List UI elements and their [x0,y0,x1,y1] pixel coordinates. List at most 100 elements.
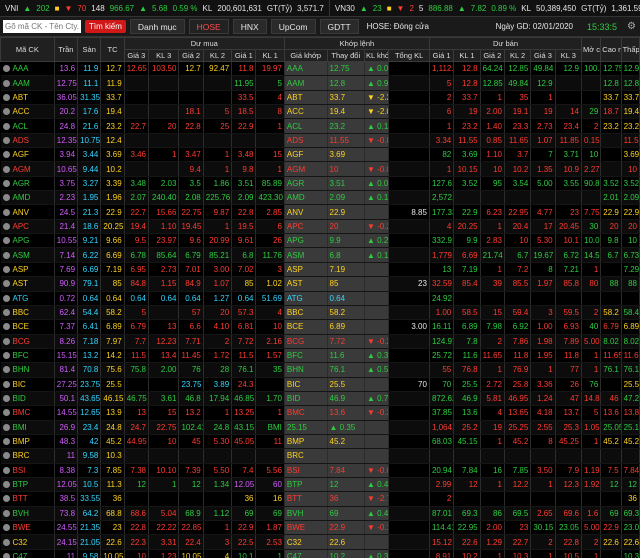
watch-dot-icon[interactable] [2,323,10,331]
table-row[interactable]: BBC 62.4 54.4 58.2 5 57 20 57.3 4 BBC 58.2 1.00 58.5… [0,305,640,321]
watch-dot-icon[interactable] [2,466,10,474]
col-low[interactable]: Thấp nhất [620,37,640,62]
col-open[interactable]: Mở cửa [581,37,602,62]
symbol-label[interactable]: ATG [13,294,29,303]
table-row[interactable]: BVH 73.8 64.2 68.8 68.6 5.04 68.9 1.12 69 69 BVH 69… [0,506,640,522]
symbol-label[interactable]: BSI [13,466,26,475]
watch-dot-icon[interactable] [2,352,10,360]
symbol-label[interactable]: BFC [13,351,29,360]
search-input[interactable] [3,20,81,33]
table-row[interactable]: BSI 8.38 7.3 7.85 7.38 10.10 7.39 5.50 7.4 5.56 BS… [0,463,640,478]
table-row[interactable]: BWE 24.55 21.35 23 22.8 22.22 22.85 1 22.9 1.87 BW… [0,520,640,536]
symbol-label[interactable]: APC [13,222,29,231]
col-floor[interactable]: Sàn [77,37,102,62]
table-row[interactable]: AAA 13.6 11.9 12.7 12.65 103.50 12.7 92.47 11.8 1… [0,61,640,77]
symbol-label[interactable]: BTP [13,480,29,489]
table-row[interactable]: ADS12.3510.7512.4ADS11.55▼ -0.853.3411.5… [0,133,640,149]
symbol-label[interactable]: BMP [13,437,30,446]
symbol-label[interactable]: BVH [13,509,29,518]
col-symbol[interactable]: Mã CK [0,37,55,62]
table-row[interactable]: APG 10.55 9.21 9.66 9.5 23.97 9.6 20.99 9.61 26 AP… [0,233,640,249]
col-ref[interactable]: TC [100,37,125,62]
symbol-label[interactable]: BRC [13,451,30,460]
watch-dot-icon[interactable] [2,222,10,230]
col-17[interactable]: KL 2 [503,49,532,62]
watch-dot-icon[interactable] [2,151,10,159]
watch-dot-icon[interactable] [2,423,10,431]
table-row[interactable]: AMD 2.23 1.95 1.96 2.07 240.40 2.08 225.76 2.09 4… [0,190,640,206]
table-row[interactable]: BCG 8.26 7.18 7.97 7.7 12.23 7.71 2 7.72 2.16 BCG 7… [0,334,640,349]
gear-icon[interactable]: ⚙ [627,21,637,32]
col-high[interactable]: Cao nhất [600,37,622,62]
watch-dot-icon[interactable] [2,93,10,101]
symbol-label[interactable]: BID [13,394,26,403]
watch-dot-icon[interactable] [2,108,10,116]
symbol-label[interactable]: AST [13,279,29,288]
symbol-label[interactable]: BBC [13,308,29,317]
col-15[interactable]: KL 1 [453,49,481,62]
table-row[interactable]: BMI26.923.424.824.722.75102.4124.843.15B… [0,420,640,435]
watch-dot-icon[interactable] [2,208,10,216]
table-row[interactable]: BIC 27.25 23.75 25.5 23.75 3.89 24.3 BIC 25.5 70 7… [0,377,640,392]
col-10[interactable]: Giá khớp [283,49,328,62]
symbol-label[interactable]: C47 [13,552,28,558]
watch-dot-icon[interactable] [2,179,10,187]
col-ceil[interactable]: Trần [53,37,79,62]
symbol-label[interactable]: AMD [13,193,31,202]
watch-dot-icon[interactable] [2,136,10,144]
table-row[interactable]: C47 11 9.58 10.05 10 1.23 10.05 4 10.1 1 C47 10.2 ▲ … [0,549,640,558]
symbol-label[interactable]: BWE [13,523,31,532]
table-row[interactable]: AAM 12.75 11.1 11.9 11.95 5 AAM 12.8 ▲ 0.9 5 12.8 1… [0,75,640,91]
table-row[interactable]: ABT 36.05 31.35 33.7 33.5 4 ABT 33.7 ▼ -2.3 2 33.7… [0,90,640,106]
symbol-label[interactable]: BHN [13,365,30,374]
symbol-label[interactable]: BMI [13,423,27,432]
watch-dot-icon[interactable] [2,79,10,87]
col-19[interactable]: KL 3 [554,49,583,62]
watch-dot-icon[interactable] [2,251,10,259]
watch-dot-icon[interactable] [2,237,10,245]
symbol-label[interactable]: APG [13,236,30,245]
tab-upcom[interactable]: UpCom [270,19,316,34]
symbol-label[interactable]: ASP [13,265,29,274]
symbol-label[interactable]: BCG [13,337,30,346]
watch-dot-icon[interactable] [2,538,10,546]
symbol-label[interactable]: BCE [13,322,29,331]
watch-dot-icon[interactable] [2,294,10,302]
watch-dot-icon[interactable] [2,265,10,273]
col-12[interactable]: KL khớp [364,49,390,62]
symbol-label[interactable]: BIC [13,380,26,389]
watch-dot-icon[interactable] [2,366,10,374]
col-18[interactable]: Giá 3 [530,49,556,62]
watch-dot-icon[interactable] [2,509,10,517]
watch-dot-icon[interactable] [2,409,10,417]
table-row[interactable]: C32 24.15 21.05 22.6 22.3 3.31 22.4 3 22.5 2.53 C3… [0,534,640,550]
col-5[interactable]: KL 3 [148,49,180,62]
table-row[interactable]: AGM10.659.4410.29.419.81AGM10▼ -0.05110.… [0,161,640,177]
watch-dot-icon[interactable] [2,524,10,532]
col-11[interactable]: Thay đổi [326,49,366,62]
watch-dot-icon[interactable] [2,452,10,460]
symbol-label[interactable]: ADS [13,136,29,145]
table-row[interactable]: AST 90.9 79.1 85 84.8 1.15 84.9 1.07 85 1.02 AST 85… [0,276,640,292]
watch-dot-icon[interactable] [2,280,10,288]
symbol-label[interactable]: AGM [13,165,31,174]
col-14[interactable]: Giá 1 [428,49,455,62]
symbol-label[interactable]: ABT [13,93,29,102]
symbol-label[interactable]: AAA [13,64,29,73]
col-4[interactable]: Giá 3 [123,49,150,62]
col-6[interactable]: Giá 2 [178,49,204,62]
col-13[interactable]: Tổng KL [388,49,430,62]
symbol-label[interactable]: BMC [13,408,31,417]
watch-dot-icon[interactable] [2,395,10,403]
table-row[interactable]: BRC 11 9.58 10.3 BRC [0,448,640,464]
watch-dot-icon[interactable] [2,65,10,73]
watch-dot-icon[interactable] [2,194,10,202]
search-button[interactable]: Tìm kiếm [85,20,126,33]
symbol-label[interactable]: AAM [13,79,30,88]
table-row[interactable]: ANV 24.5 21.3 22.9 22.7 15.66 22.75 9.87 22.8 2.8… [0,204,640,220]
watch-dot-icon[interactable] [2,481,10,489]
table-row[interactable]: BTP 12.05 10.5 11.3 12 1 12 1.34 12.05 60 BTP 12 ▲ 0… [0,477,640,493]
table-row[interactable]: BFC 15.15 13.2 14.2 11.5 13.4 11.45 1.72 11.5 1.5… [0,348,640,364]
table-row[interactable]: ASM 7.14 6.22 6.69 6.78 85.64 6.79 85.21 6.8 11.7… [0,247,640,263]
table-row[interactable]: AGF 3.94 3.44 3.69 3.46 1 3.47 1 3.48 15 AGF 3.69 82… [0,147,640,163]
